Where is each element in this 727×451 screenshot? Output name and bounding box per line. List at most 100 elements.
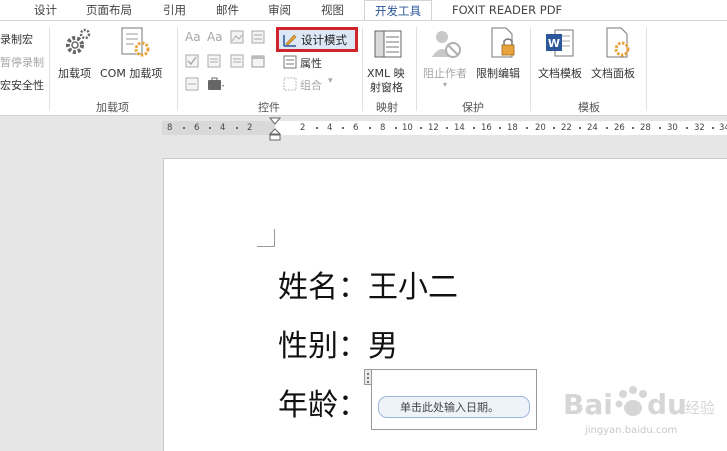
indent-marker-icon[interactable] [269,117,281,141]
ruler-tick-label: 32 [694,123,705,133]
pause-recording-button[interactable]: 暂停录制 [0,54,44,70]
ruler-tick-label: 2 [247,123,253,133]
group-separator [530,27,531,111]
design-mode-icon [283,34,297,47]
ruler-tick-label: 6 [353,123,359,133]
chevron-down-icon: ▾ [443,80,448,89]
rich-text-control-button[interactable]: Aa [185,30,201,44]
doc-line-gender[interactable]: 性别：男 [278,321,398,365]
group-separator [646,27,647,111]
ruler-tick-label: 26 [614,123,625,133]
protect-group-label: 保护 [462,101,484,114]
tab-mailings[interactable]: 邮件 [216,0,239,20]
combo-box-control-icon[interactable] [207,54,221,68]
com-addins-button[interactable]: COM 加载项 [100,65,162,81]
tab-design[interactable]: 设计 [34,0,57,20]
svg-text:Bai: Bai [563,388,613,421]
xml-mapping-pane-icon [374,30,402,58]
tab-references[interactable]: 引用 [163,0,186,20]
ribbon-tab-bar: 设计 页面布局 引用 邮件 审阅 视图 开发工具 FOXIT READER PD… [0,0,727,21]
ruler-tick-mark [342,127,344,129]
ruler-tick-mark [553,127,555,129]
ruler-tick-mark [183,127,185,129]
design-mode-label: 设计模式 [301,33,347,47]
ruler-tick-mark [236,127,238,129]
ruler-tick-mark [632,127,634,129]
ruler-tick-label: 30 [667,123,678,133]
ruler-tick-label: 12 [428,123,439,133]
ruler-tick-label: 10 [402,123,413,133]
doc-line-name[interactable]: 姓名：王小二 [278,262,458,306]
picture-control-icon[interactable] [230,30,244,44]
ruler-tick-mark [499,127,501,129]
properties-button[interactable]: 属性 [300,55,322,71]
baidu-watermark-logo: Bai du 经验 [563,386,715,421]
restrict-editing-button[interactable]: 限制编辑 [476,65,520,81]
doc-line-age[interactable]: 年龄： [278,380,368,424]
svg-text:du: du [647,388,687,421]
ruler-tick-label: 24 [587,123,598,133]
tab-review[interactable]: 审阅 [268,0,291,20]
addins-group-label: 加载项 [96,101,129,114]
document-template-button[interactable]: 文档模板 [538,65,582,81]
repeating-section-icon[interactable] [185,77,199,91]
restrict-editing-icon [491,27,515,58]
ruler-tick-mark [209,127,211,129]
building-block-icon[interactable] [251,30,265,44]
tab-view[interactable]: 视图 [321,0,344,20]
group-separator [416,27,417,111]
ruler-left-margin [162,121,275,135]
ruler-tick-mark [446,127,448,129]
xml-mapping-pane-label-line2: 射窗格 [370,81,403,94]
plain-text-control-button[interactable]: Aa [207,30,223,44]
ruler-tick-mark [420,127,422,129]
block-authors-icon [432,31,461,58]
properties-icon [283,55,297,69]
legacy-tools-icon[interactable] [207,77,225,91]
chevron-down-icon: ▾ [328,76,333,86]
ruler-tick-label: 28 [640,123,651,133]
ruler-tick-label: 20 [535,123,546,133]
content-control-handle[interactable] [364,369,372,385]
ruler-tick-label: 8 [167,123,173,133]
ruler-tick-label: 18 [507,123,518,133]
ruler-tick-mark [606,127,608,129]
ruler-tick-label: 8 [380,123,386,133]
ribbon: 录制宏 暂停录制 宏安全性 加载项 COM 加载项 加载项 Aa Aa 设计模式… [0,20,727,116]
dropdown-list-control-icon[interactable] [230,54,244,68]
com-addins-icon [121,27,150,57]
watermark-url: jingyan.baidu.com [585,425,678,436]
tab-page-layout[interactable]: 页面布局 [86,0,132,20]
ruler-tick-mark [526,127,528,129]
document-panel-icon [606,27,630,58]
ruler-tick-label: 4 [220,123,226,133]
ruler-tick-mark [712,127,714,129]
controls-group-label: 控件 [258,101,280,114]
ruler-tick-label: 22 [561,123,572,133]
templates-group-label: 模板 [578,101,600,114]
group-combo-button[interactable]: 组合 [300,77,322,93]
ruler-tick-mark [686,127,688,129]
group-icon [283,77,297,91]
tab-developer[interactable]: 开发工具 [364,0,432,21]
ruler-tick-mark [579,127,581,129]
tab-foxit-reader-pdf[interactable]: FOXIT READER PDF [452,0,562,20]
ruler-tick-label: 2 [300,123,306,133]
design-mode-button[interactable]: 设计模式 [276,27,358,52]
document-panel-button[interactable]: 文档面板 [591,65,635,81]
svg-text:W: W [548,37,560,50]
addins-button[interactable]: 加载项 [58,65,91,81]
word-document-template-icon: W [546,29,574,57]
gear-icon [66,28,91,54]
checkbox-control-icon[interactable] [185,54,199,68]
ruler-tick-label: 6 [194,123,200,133]
margin-corner-mark [257,229,275,247]
ruler-tick-mark [473,127,475,129]
macro-security-button[interactable]: 宏安全性 [0,77,44,93]
date-picker-control-icon[interactable] [251,54,265,68]
ruler-tick-mark [395,127,397,129]
block-authors-button[interactable]: 阻止作者 [423,65,467,81]
drag-handle-icon [367,373,369,383]
record-macro-button[interactable]: 录制宏 [0,31,33,47]
date-placeholder-text[interactable]: 单击此处输入日期。 [400,399,499,415]
